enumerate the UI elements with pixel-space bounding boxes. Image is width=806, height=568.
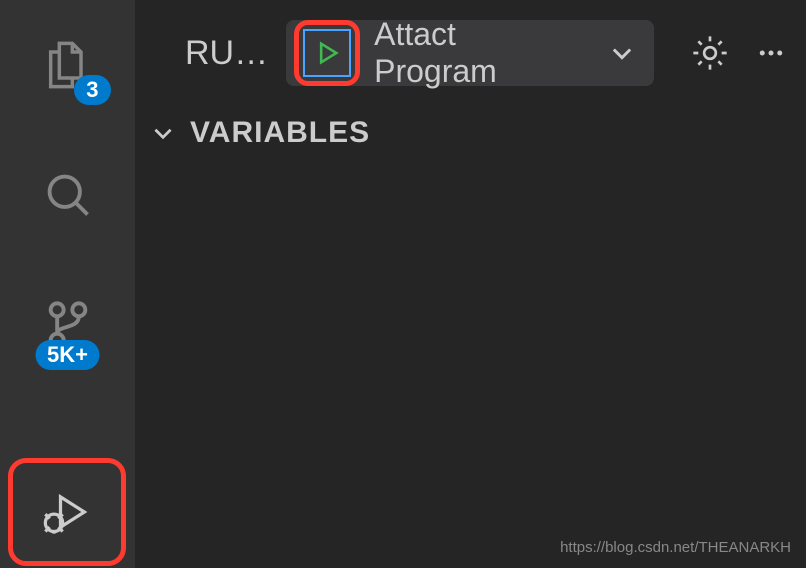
start-debug-button[interactable]: [303, 29, 351, 77]
explorer-badge: 3: [74, 75, 110, 105]
config-dropdown-button[interactable]: [608, 39, 636, 67]
play-icon: [313, 39, 341, 67]
debug-header: RU… Attact Program: [135, 0, 806, 96]
search-tab[interactable]: [33, 160, 103, 230]
gear-icon: [690, 33, 730, 73]
chevron-down-icon: [150, 120, 176, 146]
debug-tab-highlight: [8, 458, 126, 566]
ellipsis-icon: [756, 38, 786, 68]
play-highlight: [294, 20, 360, 86]
debug-settings-button[interactable]: [690, 33, 730, 73]
watermark-text: https://blog.csdn.net/THEANARKH: [560, 539, 791, 556]
run-label: RU…: [185, 34, 268, 73]
debug-icon: [41, 486, 93, 538]
explorer-tab[interactable]: 3: [33, 30, 103, 100]
search-icon: [42, 169, 94, 221]
variables-section-header[interactable]: VARIABLES: [135, 96, 806, 150]
source-control-tab[interactable]: 5K+: [33, 290, 103, 360]
debug-panel: RU… Attact Program: [135, 0, 806, 568]
debug-config-selector: Attact Program: [286, 20, 654, 86]
chevron-down-icon: [608, 39, 636, 67]
scm-badge: 5K+: [35, 340, 100, 370]
config-name[interactable]: Attact Program: [374, 16, 586, 90]
run-debug-tab[interactable]: [41, 486, 93, 538]
more-actions-button[interactable]: [756, 38, 786, 68]
variables-label: VARIABLES: [190, 116, 370, 150]
